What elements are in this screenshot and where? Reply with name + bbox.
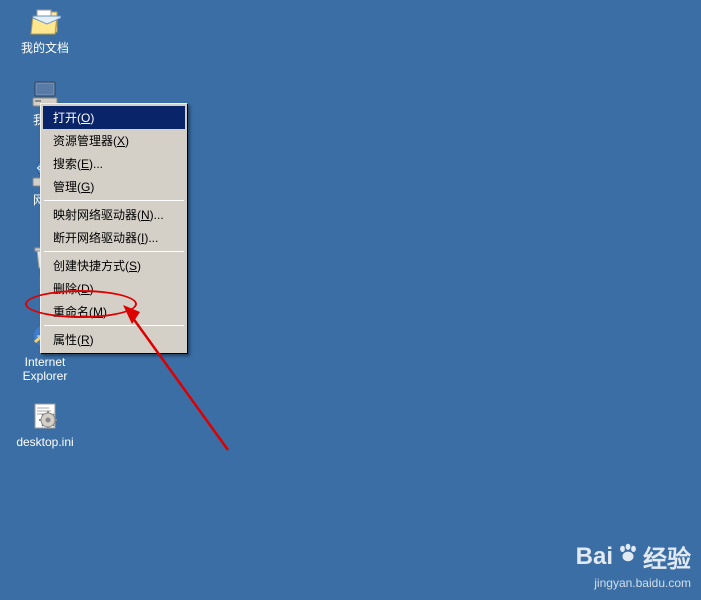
menu-item-map-drive[interactable]: 映射网络驱动器(N)...: [43, 203, 185, 226]
mydocs-icon: [29, 6, 61, 38]
watermark-brand: Bai: [576, 543, 613, 571]
menu-item-rename[interactable]: 重命名(M): [43, 300, 185, 323]
menu-item-disconnect-drive[interactable]: 断开网络驱动器(I)...: [43, 226, 185, 249]
menu-item-properties[interactable]: 属性(R): [43, 328, 185, 351]
menu-separator: [44, 251, 184, 252]
mydocs-label: 我的文档: [21, 41, 69, 55]
ie-label: Internet Explorer: [23, 355, 68, 383]
menu-item-open[interactable]: 打开(O): [43, 106, 185, 129]
watermark-url: jingyan.baidu.com: [576, 576, 691, 590]
watermark-logo: Bai 经验: [576, 539, 691, 574]
menu-item-delete[interactable]: 删除(D): [43, 277, 185, 300]
desktop-icon-mydocs[interactable]: 我的文档: [10, 6, 80, 55]
menu-separator: [44, 200, 184, 201]
watermark-brand2: 经验: [643, 539, 691, 574]
watermark: Bai 经验 jingyan.baidu.com: [576, 539, 691, 590]
menu-item-search[interactable]: 搜索(E)...: [43, 152, 185, 175]
desktop-icon-desktopini[interactable]: desktop.ini: [10, 400, 80, 449]
menu-item-shortcut[interactable]: 创建快捷方式(S): [43, 254, 185, 277]
ini-icon: [29, 400, 61, 432]
paw-icon: [617, 542, 639, 571]
desktopini-label: desktop.ini: [16, 435, 73, 449]
context-menu: 打开(O) 资源管理器(X) 搜索(E)... 管理(G) 映射网络驱动器(N)…: [40, 103, 188, 354]
menu-item-manage[interactable]: 管理(G): [43, 175, 185, 198]
menu-separator: [44, 325, 184, 326]
menu-item-explorer[interactable]: 资源管理器(X): [43, 129, 185, 152]
